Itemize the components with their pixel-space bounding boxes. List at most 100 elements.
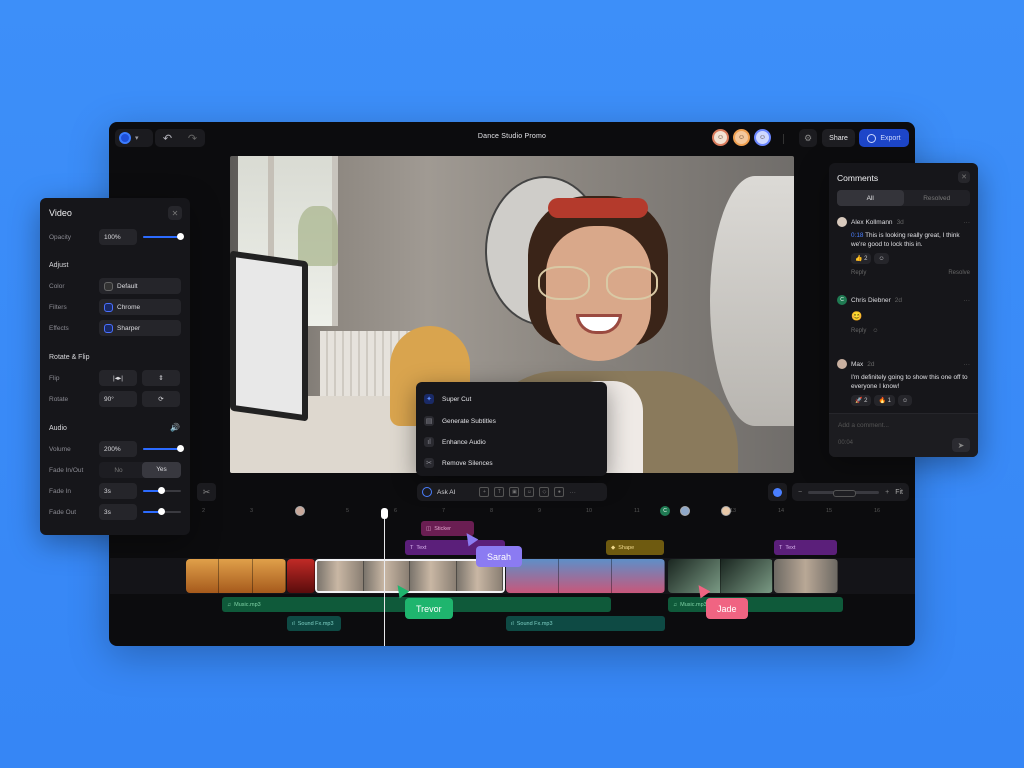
reaction-badge[interactable]: 🚀 2 (851, 395, 872, 407)
effects-row: Effects Sharper (49, 320, 181, 336)
effects-select[interactable]: Sharper (99, 320, 181, 336)
fade-out-field[interactable]: 3s (99, 504, 137, 520)
reaction-badge[interactable]: 🔥 1 (874, 395, 895, 407)
reply-button[interactable]: Reply (851, 270, 866, 276)
more-icon[interactable]: ··· (964, 297, 971, 304)
video-clip[interactable] (186, 559, 286, 593)
send-button[interactable]: ➤ (952, 438, 970, 452)
zoom-slider[interactable] (808, 489, 880, 497)
timeline-ruler[interactable]: 2 3 4 5 6 7 8 9 10 11 12 13 14 15 16 (200, 506, 900, 518)
filters-value: Chrome (117, 303, 141, 311)
adjust-heading: Adjust (49, 262, 69, 269)
more-icon[interactable]: ··· (964, 219, 971, 226)
more-icon[interactable]: ··· (964, 361, 971, 368)
fade-toggle[interactable]: No Yes (99, 462, 181, 478)
export-button[interactable]: Export (859, 129, 909, 147)
menu-item-remove-silences[interactable]: ✂ Remove Silences (424, 456, 493, 470)
zoom-out-icon[interactable]: − (798, 489, 802, 496)
rotate-icon: ⟳ (158, 396, 164, 403)
collaborators-button[interactable] (768, 483, 787, 501)
volume-label: Volume (49, 445, 71, 453)
music-icon: ♫ (227, 601, 232, 608)
user-icon (773, 487, 782, 497)
fade-yes-option[interactable]: Yes (142, 462, 181, 478)
video-clip[interactable] (774, 559, 838, 593)
add-icon[interactable]: + (479, 487, 490, 497)
menu-item-generate-subtitles[interactable]: ▤ Generate Subtitles (424, 414, 496, 428)
project-title: Dance Studio Promo (477, 133, 547, 140)
flip-label: Flip (49, 374, 60, 382)
volume-slider[interactable] (143, 445, 184, 452)
tab-resolved[interactable]: Resolved (904, 190, 971, 206)
close-icon[interactable]: ✕ (958, 171, 970, 183)
rotate-field[interactable]: 90° (99, 391, 137, 407)
color-select[interactable]: Default (99, 278, 181, 294)
comment-input[interactable]: Add a comment... (838, 422, 889, 429)
opacity-slider[interactable] (143, 233, 184, 240)
add-reaction-icon[interactable]: ☺ (874, 253, 889, 265)
opacity-field[interactable]: 100% (99, 229, 137, 245)
flip-horizontal-button[interactable]: |◂▸| (99, 370, 137, 386)
comment-marker-avatar[interactable] (680, 506, 690, 516)
record-icon[interactable]: ● (554, 487, 565, 497)
waveform-icon: ıl (424, 437, 434, 447)
scissors-icon: ✂ (424, 458, 434, 468)
image-icon[interactable]: ▣ (509, 487, 520, 497)
speaker-icon[interactable]: 🔊 (170, 423, 180, 432)
ask-ai-bar[interactable]: Ask AI + T ▣ ☺ ◇ ● ··· (417, 483, 607, 501)
fade-out-slider[interactable] (143, 508, 181, 515)
flip-vertical-button[interactable]: ⇕ (142, 370, 180, 386)
menu-item-super-cut[interactable]: ✦ Super Cut (424, 392, 471, 406)
comment-marker-avatar[interactable] (295, 506, 305, 516)
filters-row: Filters Chrome (49, 299, 181, 315)
text-clip[interactable]: T Text (774, 540, 837, 555)
comment-author: Chris Diebner (851, 296, 891, 304)
sticker-icon[interactable]: ☺ (524, 487, 535, 497)
timestamp-link[interactable]: 0:18 (851, 232, 863, 239)
sound-fx-clip[interactable]: ıl Sound Fx.mp3 (506, 616, 665, 631)
fade-in-slider[interactable] (143, 487, 181, 494)
video-clip[interactable] (287, 559, 315, 593)
volume-field[interactable]: 200% (99, 441, 137, 457)
settings-button[interactable]: ⚙ (799, 129, 817, 147)
zoom-fit-button[interactable]: Fit (895, 489, 903, 496)
comment-marker[interactable]: C (660, 506, 670, 516)
fade-out-label: Fade Out (49, 508, 77, 516)
reaction-badge[interactable]: 👍 2 (851, 253, 872, 265)
opacity-label: Opacity (49, 233, 72, 241)
volume-row: Volume 200% (49, 441, 184, 457)
zoom-in-icon[interactable]: + (885, 489, 889, 496)
add-reaction-icon[interactable]: ☺ (872, 328, 878, 334)
sound-fx-clip[interactable]: ıl Sound Fx.mp3 (287, 616, 341, 631)
resolve-button[interactable]: Resolve (948, 270, 970, 276)
shape-clip[interactable]: ◆ Shape (606, 540, 664, 555)
avatar[interactable]: ☺ (733, 129, 750, 146)
share-button[interactable]: Share (822, 129, 855, 147)
menu-item-enhance-audio[interactable]: ıl Enhance Audio (424, 435, 486, 449)
shape-icon[interactable]: ◇ (539, 487, 550, 497)
fade-in-field[interactable]: 3s (99, 483, 137, 499)
rotate-button[interactable]: ⟳ (142, 391, 180, 407)
avatar[interactable]: ☺ (712, 129, 729, 146)
close-icon[interactable]: ✕ (168, 206, 182, 220)
video-clip[interactable] (668, 559, 773, 593)
filters-select[interactable]: Chrome (99, 299, 181, 315)
avatar[interactable]: ☺ (754, 129, 771, 146)
comment-marker-avatar[interactable] (721, 506, 731, 516)
music-clip[interactable]: ♫ Music.mp3 (668, 597, 843, 612)
collaborator-avatars: ☺ ☺ ☺ (712, 129, 771, 146)
effects-label: Effects (49, 324, 69, 332)
reply-button[interactable]: Reply (851, 328, 866, 334)
comment-text: This is looking really great, I think we… (851, 232, 960, 248)
collaborator-cursor-jade: Jade (706, 598, 748, 619)
color-icon (104, 281, 113, 291)
export-icon (867, 133, 877, 143)
tab-all[interactable]: All (837, 190, 904, 206)
video-clip[interactable] (506, 559, 665, 593)
playhead-handle[interactable] (381, 508, 388, 519)
fade-no-option[interactable]: No (99, 467, 138, 474)
more-icon[interactable]: ··· (569, 489, 576, 496)
text-icon[interactable]: T (494, 487, 505, 497)
split-button[interactable]: ✂ (197, 483, 216, 501)
add-reaction-icon[interactable]: ☺ (897, 395, 913, 407)
